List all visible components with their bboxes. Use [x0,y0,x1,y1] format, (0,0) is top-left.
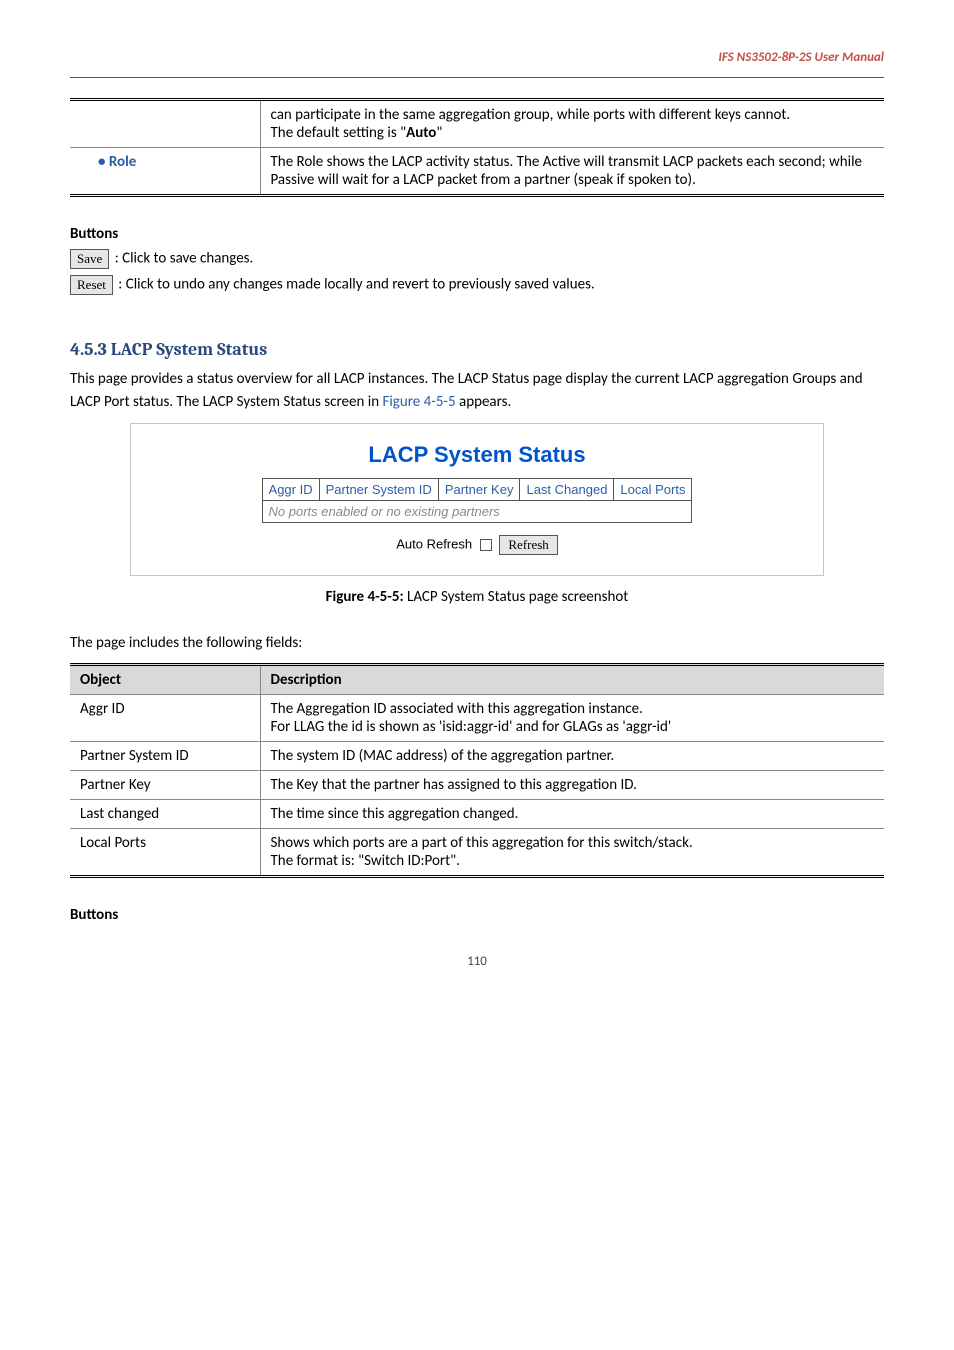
col-aggr-id: Aggr ID [262,478,319,500]
auto-refresh-checkbox[interactable] [480,539,492,551]
row-label: Aggr ID [80,700,125,718]
role-desc: The Role shows the LACP activity status.… [260,148,884,196]
caption-rest: LACP System Status page screenshot [404,588,629,606]
lacp-inner-table: Aggr ID Partner System ID Partner Key La… [262,478,693,523]
row-label: Partner Key [80,776,151,794]
reset-desc: : Click to undo any changes made locally… [118,276,594,294]
refresh-button[interactable]: Refresh [499,535,557,555]
save-desc: : Click to save changes. [115,250,254,268]
role-label-cell: Role [70,148,260,196]
cont-line-1: can participate in the same aggregation … [271,106,875,124]
row-label: Local Ports [80,834,146,852]
col-local-ports: Local Ports [614,478,692,500]
col-last-changed: Last Changed [520,478,614,500]
header-divider [70,77,884,78]
fields-intro: The page includes the following fields: [70,632,884,655]
row-desc: The Aggregation ID associated with this … [260,694,884,741]
figure-caption: Figure 4-5-5: LACP System Status page sc… [70,588,884,606]
section-number: 4.5.3 [70,339,107,360]
auto-refresh-row: Auto Refresh Refresh [159,535,795,555]
reset-button[interactable]: Reset [70,275,113,295]
row-desc: The system ID (MAC address) of the aggre… [260,741,884,770]
figure-ref-link[interactable]: Figure 4-5-5 [382,393,455,411]
desc-line: Shows which ports are a part of this agg… [271,834,875,852]
row-desc: The Key that the partner has assigned to… [260,770,884,799]
doc-header: IFS NS3502-8P-2S User Manual [70,50,884,65]
section-para: This page provides a status overview for… [70,368,884,415]
row-label: Last changed [80,805,159,823]
buttons-heading-2: Buttons [70,906,884,924]
desc-line: For LLAG the id is shown as 'isid:aggr-i… [271,718,875,736]
col-partner-key: Partner Key [438,478,520,500]
figure-title: LACP System Status [159,442,795,468]
caption-bold: Figure 4-5-5: [326,588,404,606]
save-button[interactable]: Save [70,249,109,269]
col-partner-system-id: Partner System ID [319,478,438,500]
continuation-desc: can participate in the same aggregation … [260,100,884,148]
role-continuation-table: can participate in the same aggregation … [70,98,884,197]
table-row: Local Ports Shows which ports are a part… [70,828,884,876]
col-description: Description [260,664,884,694]
cont-line-2: The default setting is "Auto" [271,124,875,142]
para-tail: appears. [456,393,512,411]
buttons-heading: Buttons [70,225,884,243]
table-row: Partner System ID The system ID (MAC add… [70,741,884,770]
role-label: Role [80,153,136,171]
figure-box: LACP System Status Aggr ID Partner Syste… [130,423,824,576]
empty-row: No ports enabled or no existing partners [262,500,692,522]
auto-refresh-label: Auto Refresh [396,536,472,551]
table-row: Last changed The time since this aggrega… [70,799,884,828]
row-desc: The time since this aggregation changed. [260,799,884,828]
row-label: Partner System ID [80,747,189,765]
desc-line: The format is: "Switch ID:Port". [271,852,875,870]
page-number: 110 [70,954,884,969]
desc-line: The Aggregation ID associated with this … [271,700,875,718]
col-object: Object [70,664,260,694]
fields-table: Object Description Aggr ID The Aggregati… [70,663,884,878]
row-desc: Shows which ports are a part of this agg… [260,828,884,876]
empty-cell [70,100,260,148]
section-heading: 4.5.3 LACP System Status [70,339,884,360]
table-row: Partner Key The Key that the partner has… [70,770,884,799]
table-row: Aggr ID The Aggregation ID associated wi… [70,694,884,741]
section-title: LACP System Status [111,339,268,360]
